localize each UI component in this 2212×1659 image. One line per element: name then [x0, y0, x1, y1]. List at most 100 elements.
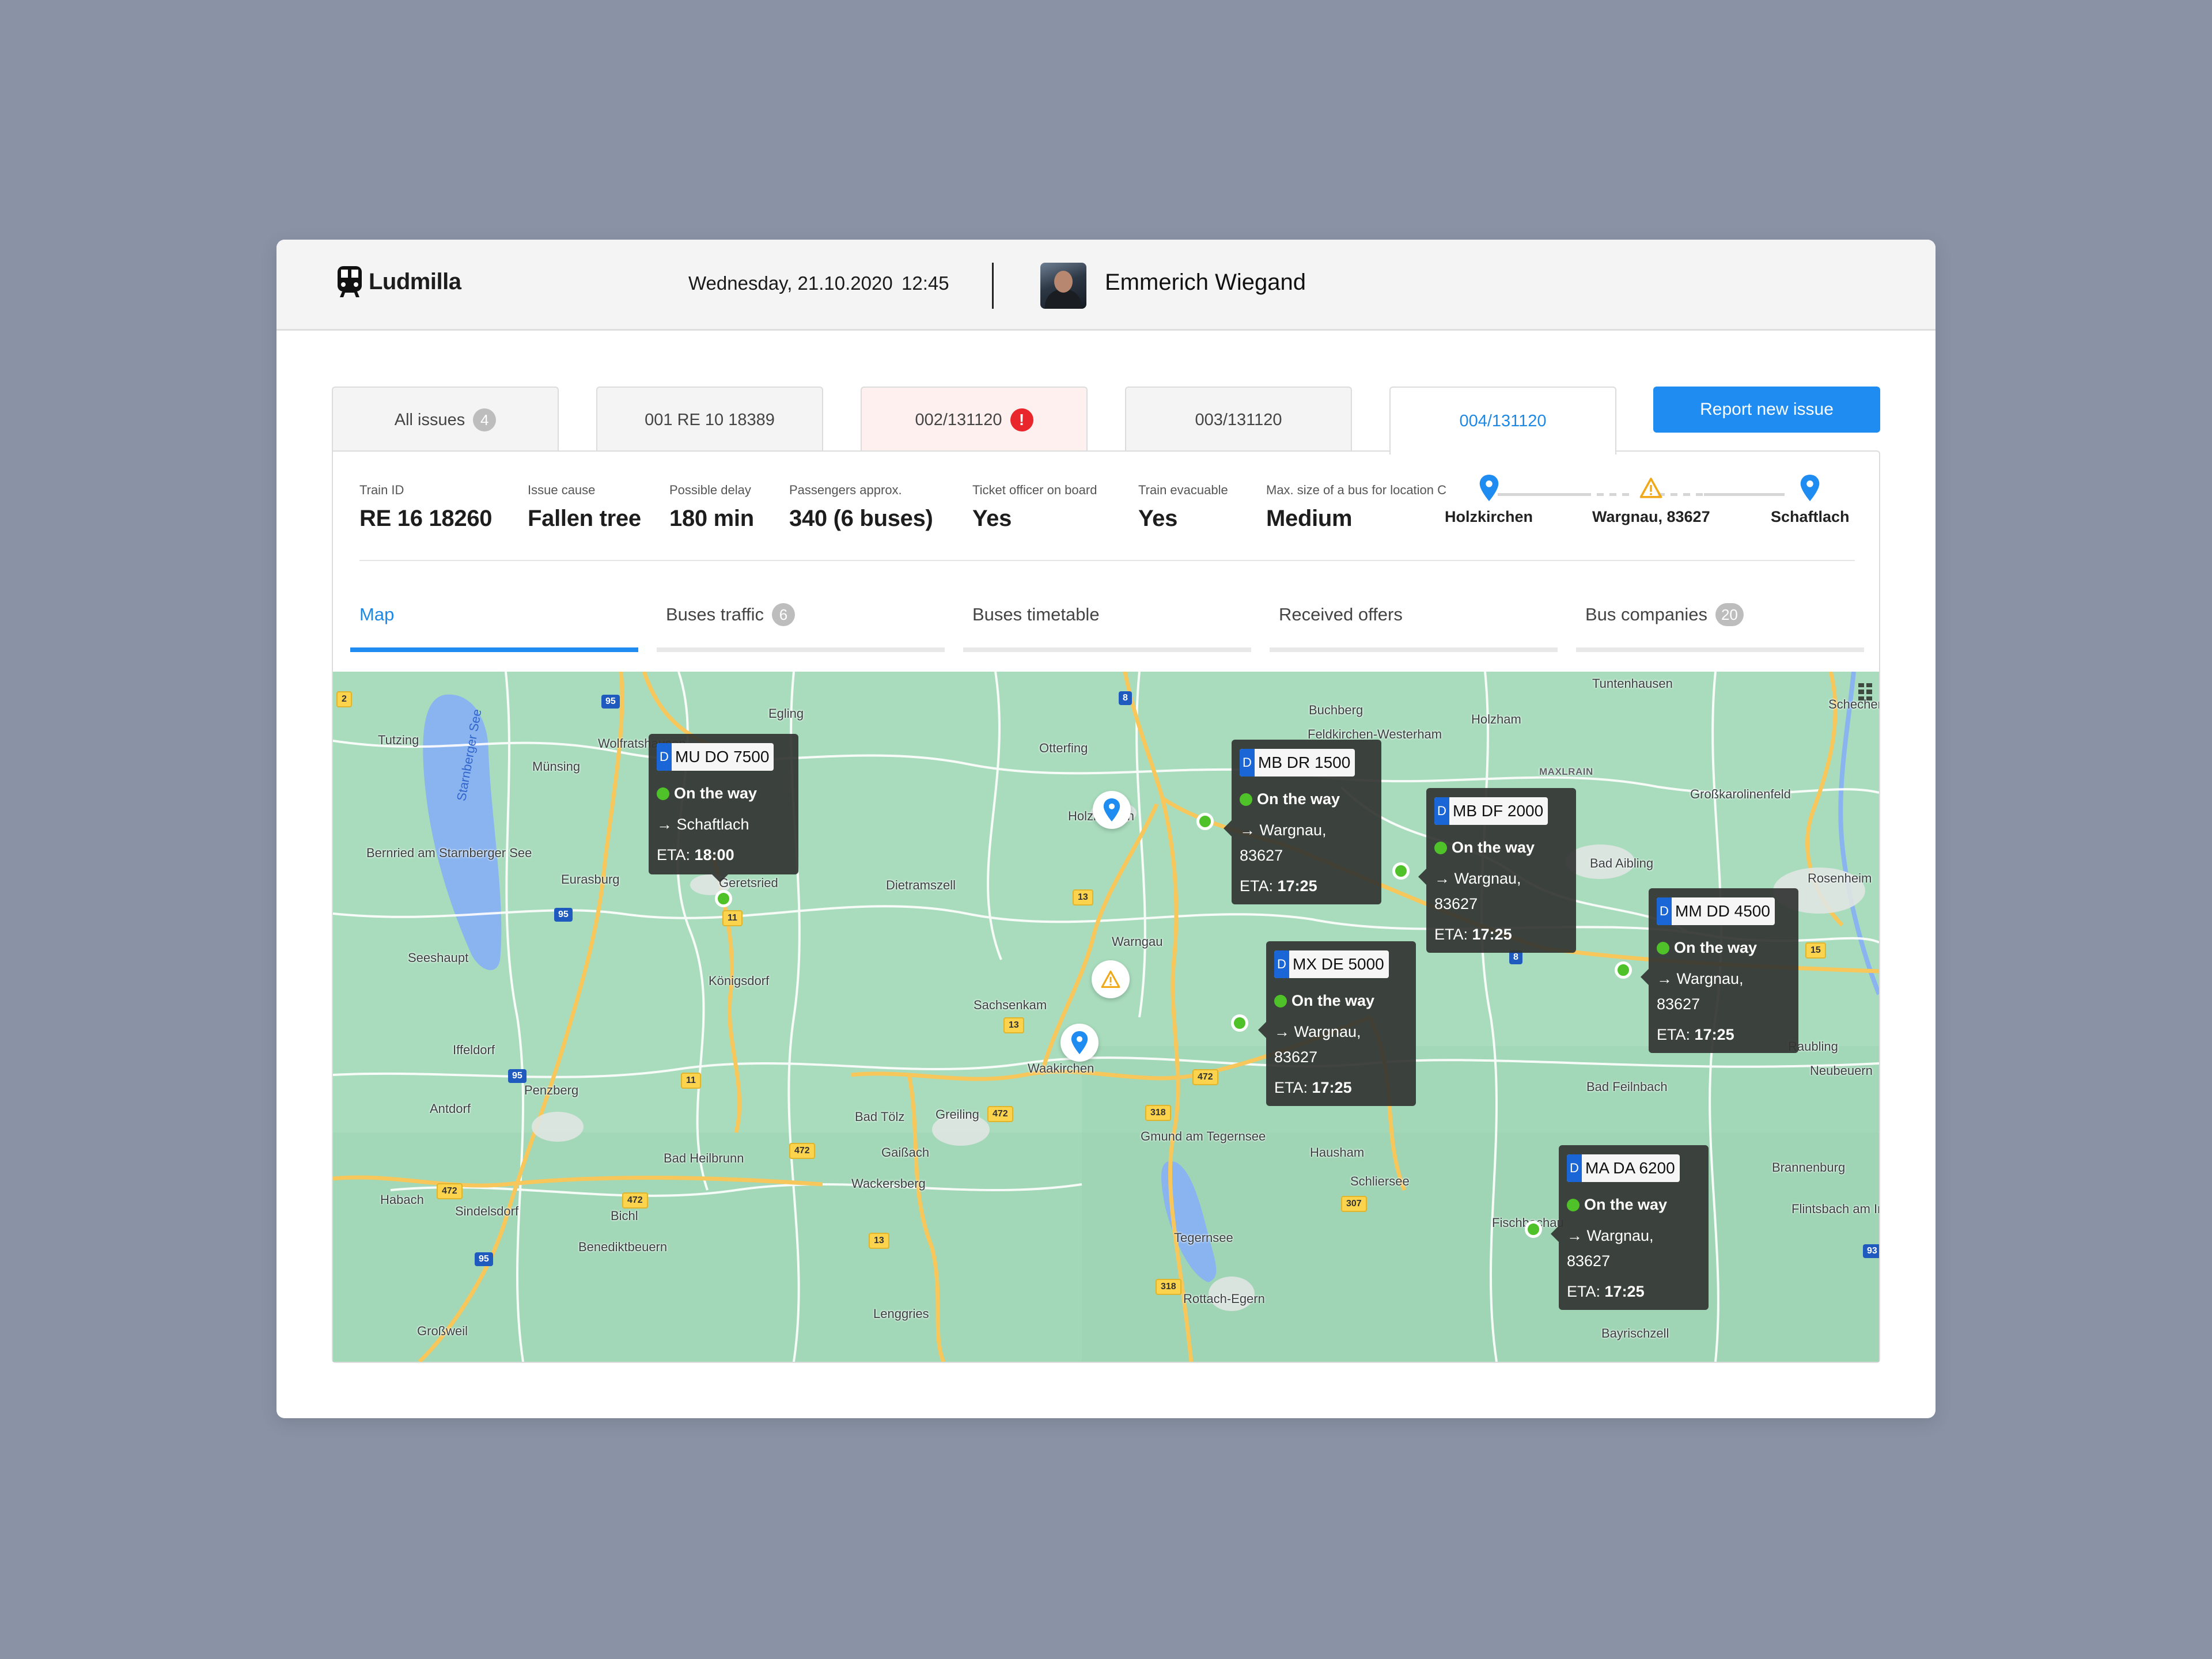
issue-tab-all[interactable]: All issues 4: [332, 387, 559, 452]
license-plate: D MU DO 7500: [657, 743, 774, 771]
map-marker-incident[interactable]: [1092, 960, 1130, 998]
issue-tab-label: 003/131120: [1195, 410, 1282, 429]
map-place: Tegernsee: [1174, 1230, 1233, 1245]
eta-time: 17:25: [1277, 877, 1317, 895]
bus-card[interactable]: D MM DD 4500 On the way → Wargnau, 83627 E…: [1641, 888, 1798, 1053]
field-value: Yes: [1138, 506, 1178, 531]
subtab-buses-timetable[interactable]: Buses timetable: [963, 600, 1251, 652]
bus-destination: → Wargnau, 83627: [1567, 1223, 1700, 1274]
map-place: Neubeuern: [1810, 1063, 1873, 1078]
map-place: Flintsbach am Inn: [1791, 1202, 1879, 1216]
plate-number: MA DA 6200: [1585, 1159, 1675, 1177]
map-place: Tutzing: [378, 733, 419, 747]
status-text: On the way: [674, 785, 757, 802]
map-view[interactable]: Starnberger See Tutzing Münsing Wolfrats…: [333, 672, 1879, 1362]
issue-tab-label: 002/131120: [915, 410, 1002, 429]
bus-location-dot[interactable]: [1231, 1014, 1248, 1032]
bus-location-dot[interactable]: [1525, 1221, 1542, 1238]
bus-status: On the way: [1240, 790, 1373, 808]
status-text: On the way: [1452, 839, 1535, 856]
user-name[interactable]: Emmerich Wiegand: [1105, 270, 1306, 296]
country-code: D: [657, 743, 672, 771]
subtab-indicator: [657, 647, 945, 652]
bus-status: On the way: [1567, 1196, 1700, 1214]
divider: [359, 560, 1855, 561]
field-value: Fallen tree: [528, 506, 641, 531]
eta-time: 17:25: [1472, 926, 1512, 943]
eta-time: 18:00: [694, 846, 734, 863]
train-icon: [338, 266, 362, 297]
bus-location-dot[interactable]: [1615, 961, 1632, 979]
map-place: Brannenburg: [1772, 1160, 1846, 1175]
road-shield: 13: [1003, 1017, 1024, 1033]
bus-location-dot[interactable]: [1196, 813, 1214, 830]
bus-card[interactable]: D MU DO 7500 On the way → Schaftlach ETA:…: [649, 734, 798, 882]
road-shield: 472: [1192, 1069, 1218, 1085]
bus-card[interactable]: D MA DA 6200 On the way → Wargnau, 83627 E…: [1551, 1145, 1709, 1310]
map-place: Bayrischzell: [1601, 1326, 1669, 1340]
bus-location-dot[interactable]: [715, 890, 732, 907]
issue-tab-label: All issues: [394, 410, 465, 429]
eta-time: 17:25: [1694, 1026, 1734, 1043]
subtab-buses-traffic[interactable]: Buses traffic 6: [657, 600, 945, 652]
field-train-id: Train ID RE 16 18260: [359, 483, 493, 532]
destination-city: → Wargnau,: [1567, 1227, 1654, 1244]
plate-number: MM DD 4500: [1675, 902, 1770, 920]
issue-tab-004[interactable]: 004/131120: [1389, 387, 1616, 454]
field-issue-cause: Issue cause Fallen tree: [528, 483, 641, 532]
destination-zip: 83627: [1240, 847, 1283, 864]
bus-location-dot[interactable]: [1392, 862, 1410, 880]
map-marker-destination[interactable]: [1060, 1024, 1099, 1062]
map-place: Schliersee: [1350, 1174, 1410, 1188]
destination-city: → Wargnau,: [1274, 1023, 1361, 1040]
subtab-map[interactable]: Map: [350, 600, 638, 652]
issue-tab-001[interactable]: 001 RE 10 18389: [596, 387, 823, 452]
bus-eta: ETA: 17:25: [1240, 877, 1373, 895]
map-place: Iffeldorf: [453, 1043, 495, 1057]
route-stop-name: Schaftlach: [1771, 508, 1850, 525]
bus-card[interactable]: D MB DF 2000 On the way → Wargnau, 83627 E…: [1418, 788, 1576, 953]
bus-card[interactable]: D MX DE 5000 On the way → Wargnau, 83627 E…: [1258, 941, 1416, 1106]
status-text: On the way: [1257, 790, 1340, 808]
location-pin-icon: [1479, 475, 1498, 501]
road-shield: 8: [1119, 691, 1132, 705]
subtab-indicator: [350, 647, 638, 652]
map-marker-origin[interactable]: [1093, 791, 1131, 829]
eta-time: 17:25: [1312, 1079, 1352, 1096]
subtab-received-offers[interactable]: Received offers: [1270, 600, 1558, 652]
bus-status: On the way: [1434, 839, 1568, 857]
bus-eta: ETA: 18:00: [657, 846, 790, 864]
status-dot-icon: [657, 787, 669, 800]
map-place: Warngau: [1112, 934, 1163, 949]
field-max-bus-size: Max. size of a bus for location C Medium: [1266, 483, 1446, 532]
map-place: Rottach-Egern: [1183, 1291, 1265, 1306]
road-shield: 11: [722, 910, 743, 926]
subtab-label: Bus companies: [1585, 604, 1707, 624]
field-label: Possible delay: [669, 483, 751, 497]
issue-tab-003[interactable]: 003/131120: [1125, 387, 1352, 452]
field-label: Train ID: [359, 483, 404, 497]
road-shield: 13: [1073, 889, 1093, 906]
logo[interactable]: Ludmilla: [336, 266, 461, 297]
alert-icon: !: [1010, 408, 1033, 431]
road-shield: 472: [789, 1143, 815, 1159]
destination-zip: 83627: [1274, 1048, 1318, 1066]
subtab-indicator: [1576, 647, 1864, 652]
bus-card[interactable]: D MB DR 1500 On the way → Wargnau, 83627 E…: [1224, 740, 1381, 904]
app-window: Ludmilla Wednesday, 21.10.2020 12:45 Emm…: [276, 240, 1936, 1418]
map-place: Hausham: [1310, 1145, 1365, 1160]
map-layers-icon[interactable]: [1858, 683, 1872, 700]
field-label: Passengers approx.: [789, 483, 902, 497]
issue-tab-002[interactable]: 002/131120 !: [861, 387, 1088, 452]
location-pin-icon: [1071, 1031, 1088, 1054]
report-new-issue-button[interactable]: Report new issue: [1653, 387, 1880, 433]
location-pin-icon: [1800, 475, 1820, 501]
bus-destination: → Schaftlach: [657, 816, 749, 833]
user-avatar[interactable]: [1040, 263, 1086, 309]
map-place: Münsing: [532, 759, 581, 774]
eta-label: ETA:: [1657, 1026, 1691, 1043]
map-place: Egling: [768, 706, 804, 721]
country-code: D: [1240, 749, 1255, 777]
subtab-bus-companies[interactable]: Bus companies 20: [1576, 600, 1864, 652]
plate-number: MB DF 2000: [1453, 802, 1544, 820]
